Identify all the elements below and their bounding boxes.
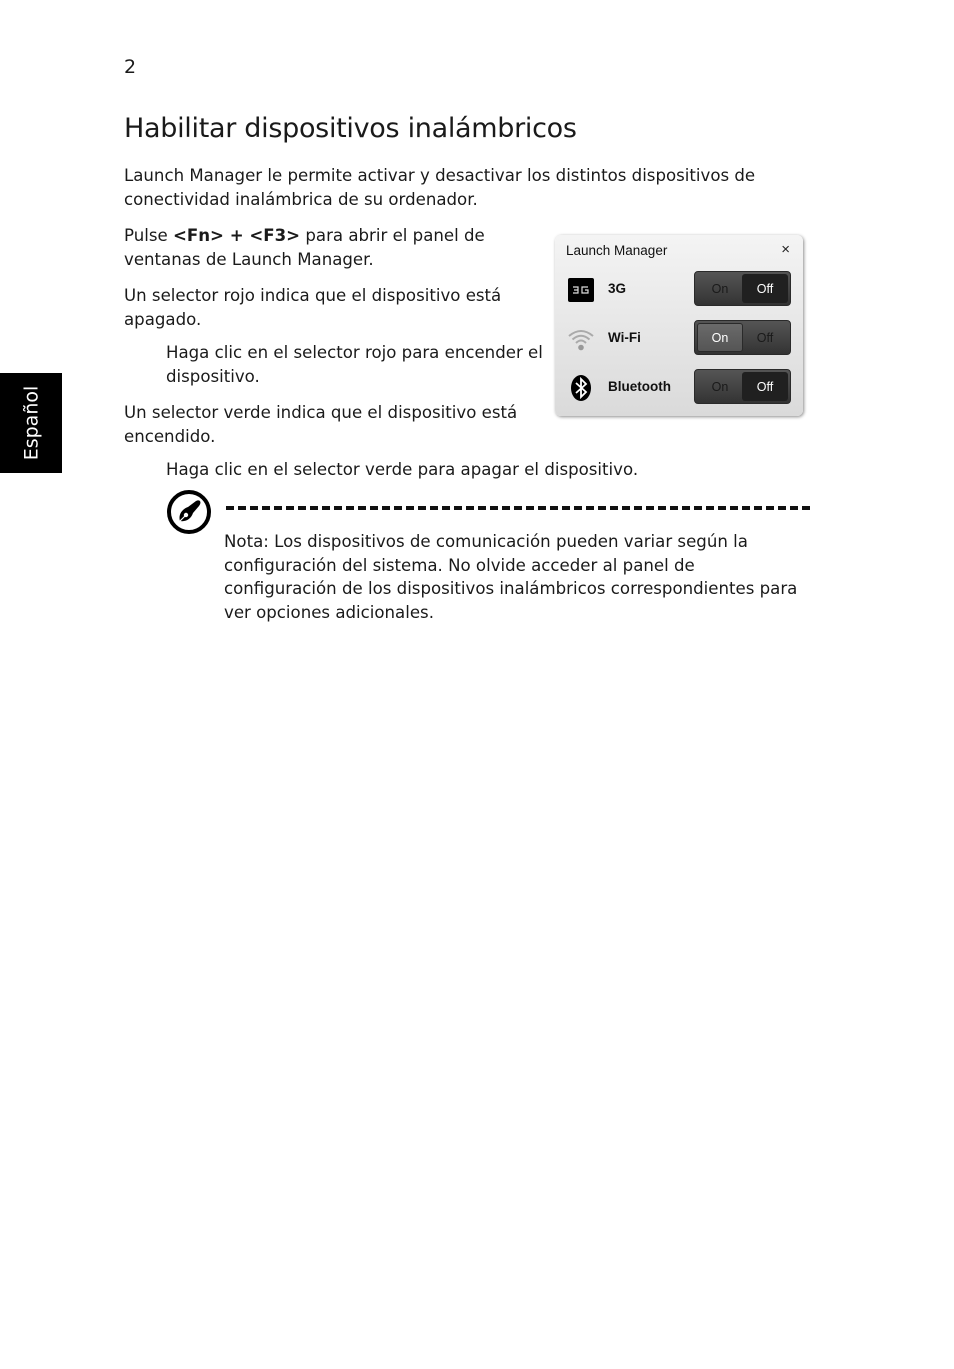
note-label: Nota: — [224, 532, 269, 551]
green-selector-paragraph: Un selector verde indica que el disposit… — [124, 403, 518, 446]
toggle-wifi[interactable]: On Off — [694, 320, 791, 355]
note-pen-icon — [167, 490, 211, 534]
language-label: Español — [20, 385, 42, 461]
toggle-3g[interactable]: On Off — [694, 271, 791, 306]
toggle-bluetooth-on[interactable]: On — [697, 372, 743, 401]
toggle-wifi-off[interactable]: Off — [742, 323, 788, 352]
close-icon[interactable]: × — [781, 241, 790, 258]
green-selector-instruction: Haga clic en el selector verde para apag… — [166, 460, 639, 479]
bluetooth-icon — [571, 375, 591, 401]
device-row-wifi: Wi-Fi On Off — [555, 319, 803, 359]
note-paragraph: Nota: Los dispositivos de comunicación p… — [224, 530, 804, 624]
page-title: Habilitar dispositivos inalámbricos — [124, 113, 577, 144]
device-name-bluetooth: Bluetooth — [608, 379, 671, 394]
device-name-wifi: Wi-Fi — [608, 330, 641, 345]
keyboard-shortcut: <Fn> + <F3> — [172, 226, 301, 245]
toggle-3g-off[interactable]: Off — [742, 274, 788, 303]
toggle-wifi-on[interactable]: On — [697, 323, 743, 352]
red-selector-instruction: Haga clic en el selector rojo para encen… — [166, 343, 543, 386]
3g-icon — [568, 278, 594, 302]
red-selector-paragraph: Un selector rojo indica que el dispositi… — [124, 286, 502, 329]
p1-prefix: Pulse — [124, 226, 173, 245]
device-name-3g: 3G — [608, 281, 627, 296]
language-side-tab: Español — [0, 373, 62, 473]
wifi-icon — [568, 330, 594, 351]
launch-manager-panel: Launch Manager × 3G On Off Wi-Fi On Off — [555, 235, 803, 416]
device-row-3g: 3G On Off — [555, 270, 803, 310]
intro-paragraph: Launch Manager le permite activar y desa… — [124, 166, 756, 209]
note-body: Los dispositivos de comunicación pueden … — [224, 532, 798, 622]
toggle-3g-on[interactable]: On — [697, 274, 743, 303]
device-row-bluetooth: Bluetooth On Off — [555, 368, 803, 408]
instruction-open-panel: Pulse <Fn> + <F3> para abrir el panel de… — [124, 224, 544, 271]
page-number: 2 — [124, 56, 137, 78]
toggle-bluetooth[interactable]: On Off — [694, 369, 791, 404]
note-divider — [226, 506, 810, 510]
launch-manager-title: Launch Manager — [566, 243, 668, 258]
toggle-bluetooth-off[interactable]: Off — [742, 372, 788, 401]
